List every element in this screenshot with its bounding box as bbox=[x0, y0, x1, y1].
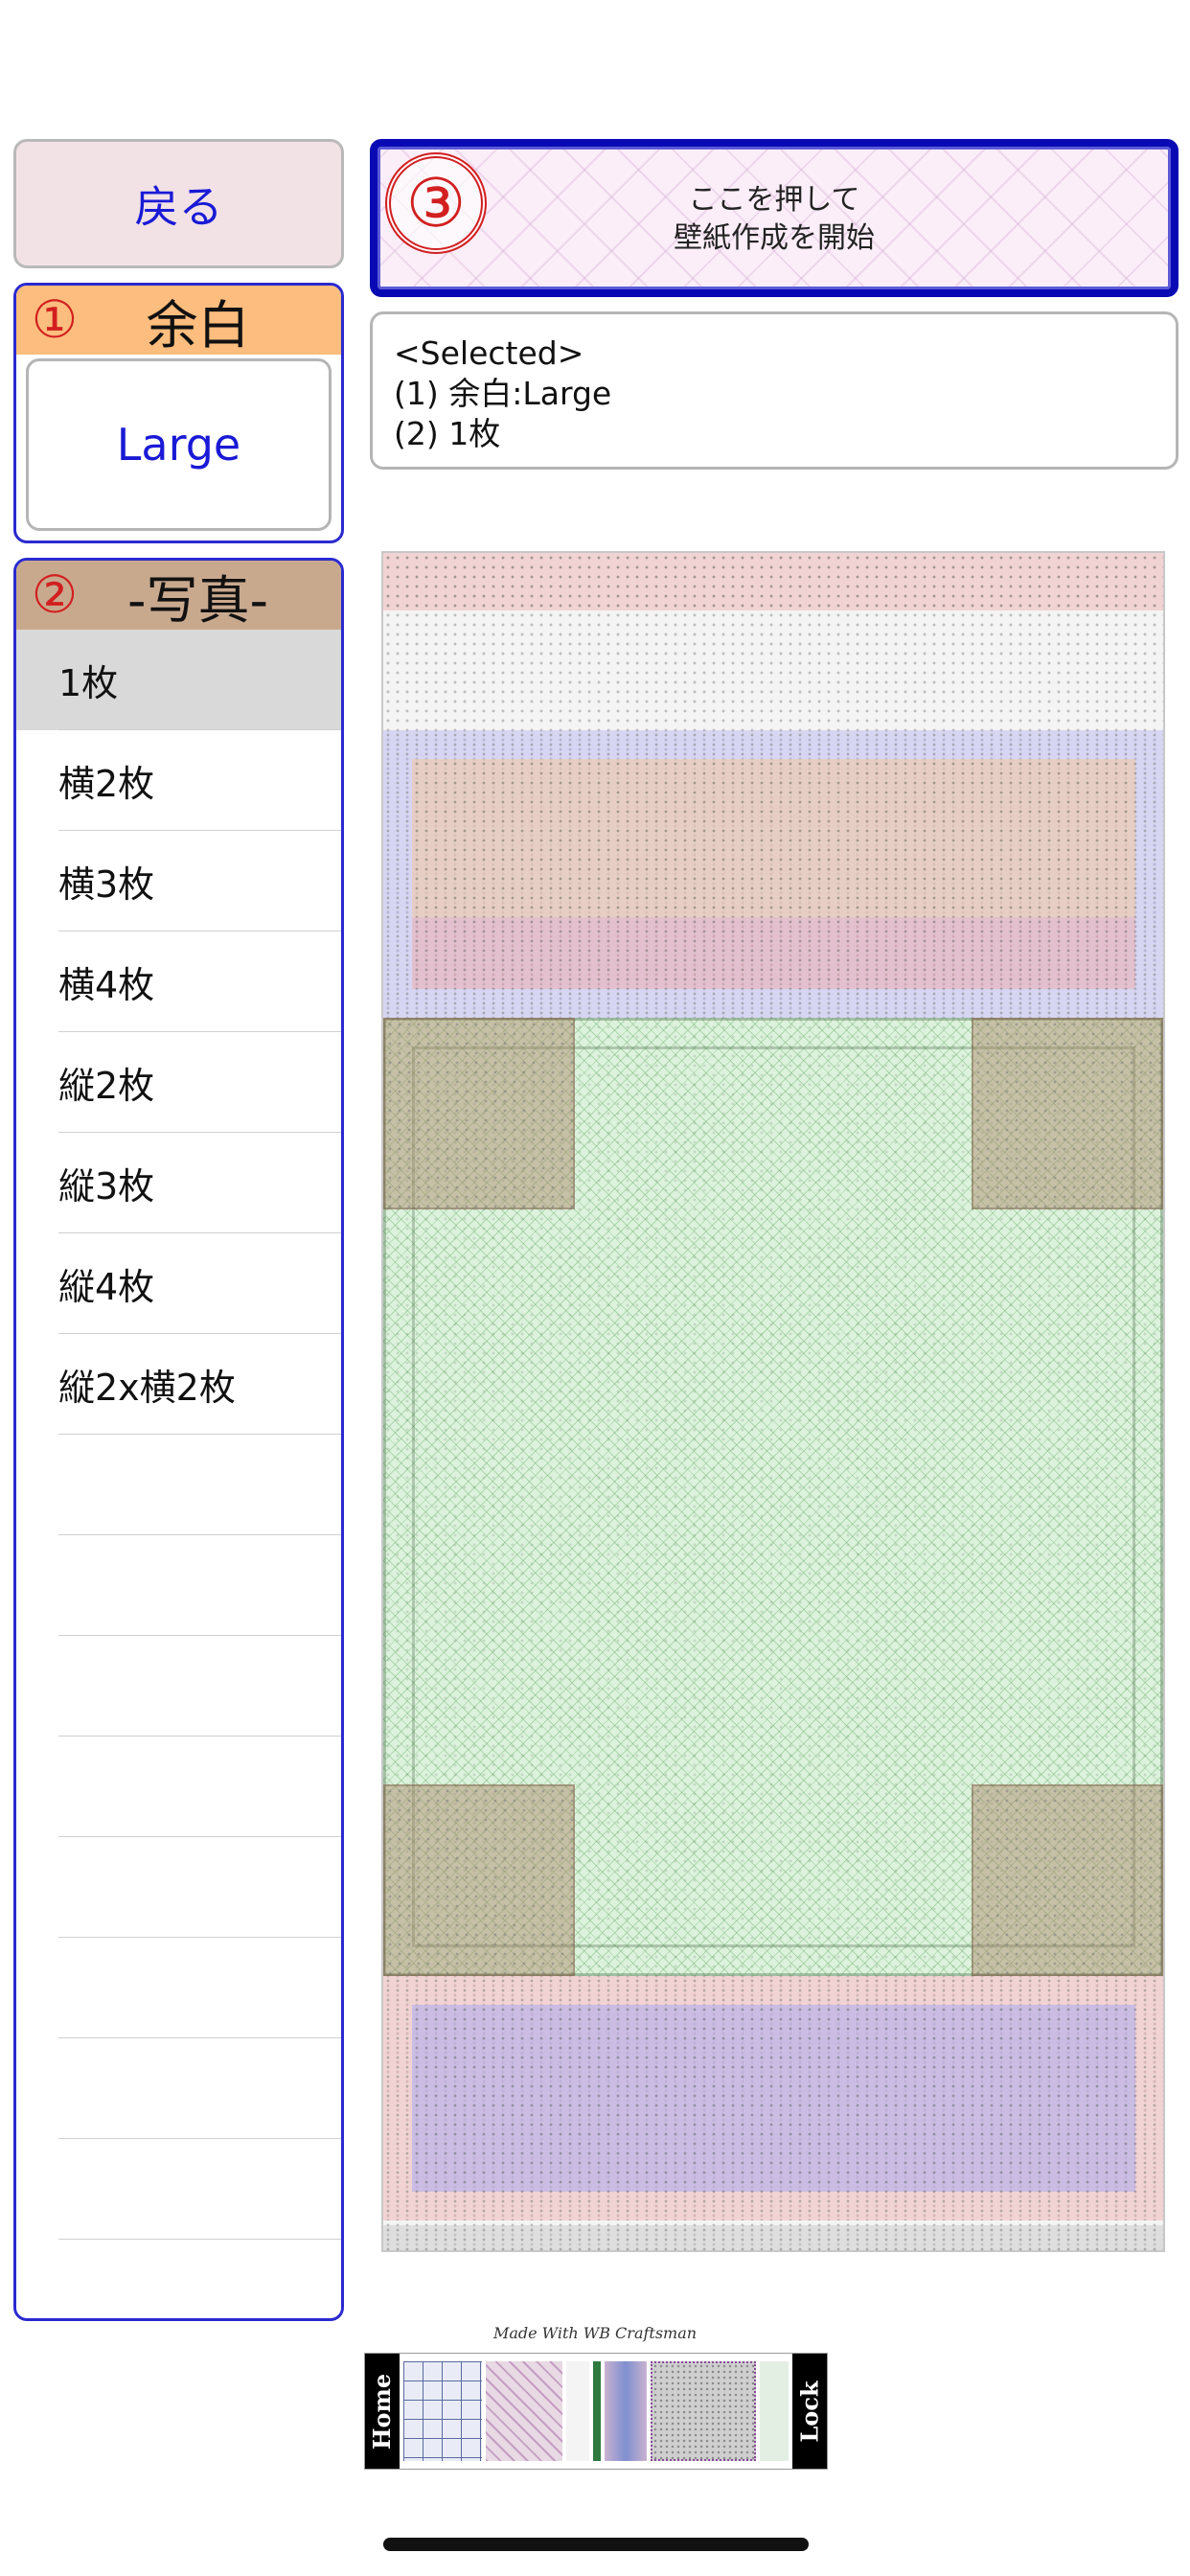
photo-layout-option[interactable]: 横4枚 bbox=[16, 932, 341, 1032]
preview-bottom-band bbox=[383, 2225, 1163, 2252]
photo-layout-option[interactable] bbox=[16, 1636, 341, 1736]
start-button-text: ここを押して 壁紙作成を開始 bbox=[378, 181, 1171, 258]
photo-layout-option[interactable] bbox=[16, 2038, 341, 2139]
margin-panel: ① 余白 Large bbox=[13, 283, 344, 543]
photo-header: ② -写真- bbox=[16, 561, 341, 631]
selected-margin-line: (1) 余白:Large bbox=[394, 375, 612, 412]
preview-upper-pink-area bbox=[412, 917, 1135, 989]
thumb-pattern-3 bbox=[760, 2361, 789, 2461]
lock-label: Lock bbox=[792, 2354, 827, 2469]
step-2-marker: ② bbox=[31, 564, 79, 625]
start-wallpaper-button[interactable]: ③ ここを押して 壁紙作成を開始 bbox=[370, 139, 1179, 297]
photo-layout-label: 縦4枚 bbox=[58, 1266, 155, 1308]
wallpaper-thumbnail: Made With WB Craftsman Home Lock bbox=[364, 2324, 828, 2470]
photo-title: -写真- bbox=[127, 569, 268, 631]
preview-corner-bottom-right bbox=[972, 1784, 1163, 1976]
home-label: Home bbox=[365, 2354, 400, 2469]
back-button[interactable]: 戻る bbox=[13, 139, 344, 268]
margin-value-label: Large bbox=[116, 419, 241, 471]
photo-layout-option[interactable]: 1枚 bbox=[16, 630, 341, 730]
home-indicator[interactable] bbox=[383, 2538, 809, 2551]
margin-select-button[interactable]: Large bbox=[26, 358, 332, 531]
photo-layout-option[interactable] bbox=[16, 2240, 341, 2318]
photo-layout-option[interactable] bbox=[16, 2139, 341, 2240]
home-label-text: Home bbox=[368, 2373, 397, 2450]
photo-layout-option[interactable]: 横3枚 bbox=[16, 831, 341, 932]
photo-panel: ② -写真- 1枚横2枚横3枚横4枚縦2枚縦3枚縦4枚縦2x横2枚 bbox=[13, 558, 344, 2321]
thumb-green-bar bbox=[593, 2361, 601, 2461]
selected-photo-line: (2) 1枚 bbox=[394, 415, 501, 452]
preview-corner-top-right bbox=[972, 1018, 1163, 1209]
photo-layout-option[interactable] bbox=[16, 1435, 341, 1535]
photo-layout-option[interactable]: 縦3枚 bbox=[16, 1133, 341, 1233]
photo-layout-label: 縦2枚 bbox=[58, 1065, 155, 1107]
margin-title: 余白 bbox=[146, 294, 250, 356]
back-button-label: 戻る bbox=[134, 180, 223, 233]
photo-layout-option[interactable]: 横2枚 bbox=[16, 730, 341, 831]
lock-label-text: Lock bbox=[795, 2380, 824, 2443]
photo-layout-label: 横4枚 bbox=[58, 964, 155, 1006]
photo-layout-option[interactable]: 縦4枚 bbox=[16, 1233, 341, 1334]
photo-layout-option[interactable] bbox=[16, 1736, 341, 1837]
photo-layout-label: 横2枚 bbox=[58, 763, 155, 805]
thumb-lock-preview bbox=[651, 2361, 756, 2461]
photo-layout-option[interactable] bbox=[16, 1938, 341, 2038]
preview-corner-top-left bbox=[383, 1018, 575, 1209]
preview-lower-blue-area bbox=[412, 2005, 1135, 2192]
step-1-marker: ① bbox=[31, 289, 79, 350]
photo-layout-label: 横3枚 bbox=[58, 863, 155, 906]
photo-layout-label: 1枚 bbox=[58, 662, 119, 704]
thumb-pattern-1 bbox=[486, 2361, 562, 2461]
thumb-pattern-2 bbox=[605, 2361, 647, 2461]
wallpaper-preview bbox=[381, 551, 1165, 2252]
preview-top-band bbox=[383, 553, 1163, 610]
thumbnail-strip: Home Lock bbox=[364, 2353, 828, 2470]
photo-layout-option[interactable] bbox=[16, 1837, 341, 1938]
preview-corner-bottom-left bbox=[383, 1784, 575, 1976]
selected-header: <Selected> bbox=[394, 334, 584, 372]
thumb-gap bbox=[566, 2361, 589, 2461]
photo-layout-option[interactable] bbox=[16, 1535, 341, 1636]
photo-layout-option[interactable]: 縦2枚 bbox=[16, 1032, 341, 1133]
thumb-home-grid bbox=[403, 2361, 482, 2461]
margin-header: ① 余白 bbox=[16, 286, 341, 356]
thumbnail-caption: Made With WB Craftsman bbox=[492, 2324, 698, 2342]
photo-layout-list[interactable]: 1枚横2枚横3枚横4枚縦2枚縦3枚縦4枚縦2x横2枚 bbox=[16, 630, 341, 2318]
photo-layout-option[interactable]: 縦2x横2枚 bbox=[16, 1334, 341, 1435]
start-button-line2: 壁紙作成を開始 bbox=[674, 221, 875, 255]
selected-info-box: <Selected> (1) 余白:Large (2) 1枚 bbox=[370, 311, 1179, 470]
start-button-line1: ここを押して bbox=[688, 183, 860, 217]
photo-layout-label: 縦2x横2枚 bbox=[58, 1367, 236, 1409]
photo-layout-label: 縦3枚 bbox=[58, 1165, 155, 1208]
preview-upper-orange-area bbox=[412, 759, 1135, 917]
